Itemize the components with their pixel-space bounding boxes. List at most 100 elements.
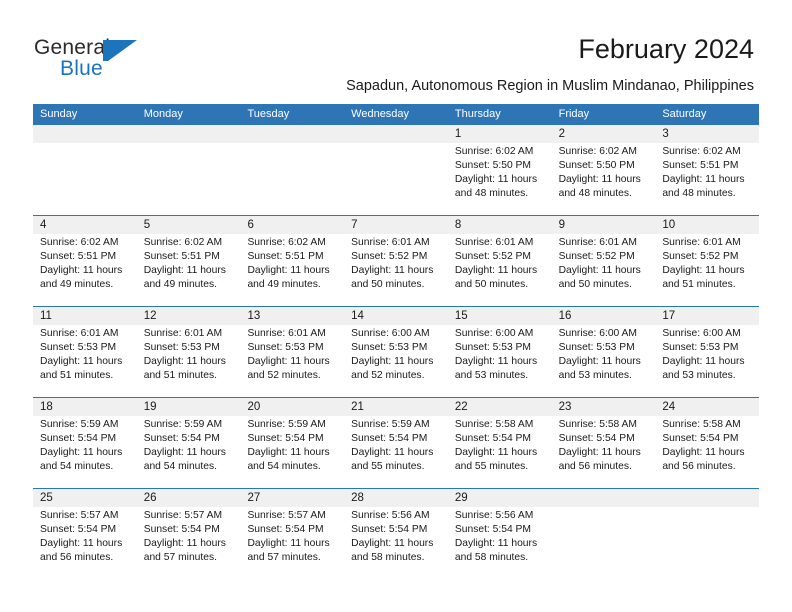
weekday-header-thursday: Thursday (454, 108, 501, 120)
calendar-day-cell[interactable]: 14 Sunrise: 6:00 AM Sunset: 5:53 PM Dayli… (344, 307, 448, 397)
calendar-day-cell[interactable]: 22 Sunrise: 5:58 AM Sunset: 5:54 PM Dayli… (448, 398, 552, 488)
calendar-day-cell[interactable]: 2 Sunrise: 6:02 AM Sunset: 5:50 PM Daylig… (552, 125, 656, 215)
calendar-day-cell[interactable]: 16 Sunrise: 6:00 AM Sunset: 5:53 PM Dayli… (552, 307, 656, 397)
day-number: 4 (40, 219, 47, 231)
calendar-day-cell[interactable]: 7 Sunrise: 6:01 AM Sunset: 5:52 PM Daylig… (344, 216, 448, 306)
calendar-day-cell[interactable]: 8 Sunrise: 6:01 AM Sunset: 5:52 PM Daylig… (448, 216, 552, 306)
calendar-day-cell[interactable]: 10 Sunrise: 6:01 AM Sunset: 5:52 PM Dayli… (655, 216, 759, 306)
day-number: 25 (40, 492, 53, 504)
day-sun-info: Sunrise: 5:58 AM Sunset: 5:54 PM Dayligh… (558, 419, 641, 473)
calendar-day-cell[interactable]: 13 Sunrise: 6:01 AM Sunset: 5:53 PM Dayli… (240, 307, 344, 397)
calendar-weeks: 1 Sunrise: 6:02 AM Sunset: 5:50 PM Daylig… (33, 125, 759, 579)
day-number: 7 (351, 219, 358, 231)
calendar-day-cell[interactable]: 26 Sunrise: 5:57 AM Sunset: 5:54 PM Dayli… (137, 489, 241, 579)
weekday-header-saturday: Saturday (662, 108, 707, 120)
day-sun-info: Sunrise: 5:57 AM Sunset: 5:54 PM Dayligh… (40, 510, 123, 564)
day-sun-info: Sunrise: 5:59 AM Sunset: 5:54 PM Dayligh… (247, 419, 330, 473)
calendar-day-cell[interactable]: 18 Sunrise: 5:59 AM Sunset: 5:54 PM Dayli… (33, 398, 137, 488)
calendar-day-cell[interactable]: 21 Sunrise: 5:59 AM Sunset: 5:54 PM Dayli… (344, 398, 448, 488)
day-number: 23 (558, 401, 572, 413)
calendar-day-empty (240, 125, 344, 215)
day-number: 6 (247, 219, 254, 231)
weekday-header-sunday: Sunday (40, 108, 78, 120)
calendar-grid: Sunday Monday Tuesday Wednesday Thursday… (33, 104, 759, 579)
day-sun-info: Sunrise: 6:02 AM Sunset: 5:50 PM Dayligh… (558, 146, 641, 200)
day-sun-info: Sunrise: 5:57 AM Sunset: 5:54 PM Dayligh… (247, 510, 330, 564)
day-number: 12 (143, 310, 157, 322)
calendar-day-cell[interactable]: 5 Sunrise: 6:02 AM Sunset: 5:51 PM Daylig… (137, 216, 241, 306)
day-sun-info: Sunrise: 6:00 AM Sunset: 5:53 PM Dayligh… (558, 328, 641, 382)
logo-text-blue: Blue (60, 57, 103, 80)
calendar-day-empty (33, 125, 137, 215)
page-header: General Blue February 2024 Sapadun, Auto… (0, 0, 792, 100)
calendar-day-cell[interactable]: 15 Sunrise: 6:00 AM Sunset: 5:53 PM Dayli… (448, 307, 552, 397)
day-number: 27 (247, 492, 261, 504)
calendar-week-row: 4 Sunrise: 6:02 AM Sunset: 5:51 PM Daylig… (33, 216, 759, 307)
calendar-day-cell[interactable]: 9 Sunrise: 6:01 AM Sunset: 5:52 PM Daylig… (552, 216, 656, 306)
day-number: 11 (40, 310, 52, 322)
day-sun-info: Sunrise: 5:58 AM Sunset: 5:54 PM Dayligh… (662, 419, 745, 473)
calendar-day-cell[interactable]: 20 Sunrise: 5:59 AM Sunset: 5:54 PM Dayli… (240, 398, 344, 488)
day-number: 26 (143, 492, 157, 504)
general-blue-logo[interactable]: General Blue (34, 36, 234, 86)
day-number (662, 489, 753, 507)
day-number: 19 (143, 401, 157, 413)
calendar-week-row: 1 Sunrise: 6:02 AM Sunset: 5:50 PM Daylig… (33, 125, 759, 216)
calendar-day-cell[interactable]: 12 Sunrise: 6:01 AM Sunset: 5:53 PM Dayli… (137, 307, 241, 397)
calendar-day-cell[interactable]: 19 Sunrise: 5:59 AM Sunset: 5:54 PM Dayli… (137, 398, 241, 488)
day-sun-info: Sunrise: 5:56 AM Sunset: 5:54 PM Dayligh… (454, 510, 538, 564)
day-number: 15 (454, 310, 468, 322)
day-sun-info: Sunrise: 6:01 AM Sunset: 5:52 PM Dayligh… (662, 237, 745, 291)
logo-flag-triangle (108, 40, 137, 61)
day-sun-info: Sunrise: 6:01 AM Sunset: 5:52 PM Dayligh… (558, 237, 641, 291)
weekday-header-monday: Monday (143, 108, 183, 120)
calendar-day-empty (344, 125, 448, 215)
day-sun-info: Sunrise: 6:02 AM Sunset: 5:51 PM Dayligh… (143, 237, 226, 291)
page-subtitle: Sapadun, Autonomous Region in Muslim Min… (346, 78, 754, 94)
day-sun-info: Sunrise: 6:01 AM Sunset: 5:52 PM Dayligh… (454, 237, 538, 291)
calendar-day-cell[interactable]: 25 Sunrise: 5:57 AM Sunset: 5:54 PM Dayli… (33, 489, 137, 579)
calendar-day-empty (552, 489, 656, 579)
day-sun-info: Sunrise: 5:59 AM Sunset: 5:54 PM Dayligh… (351, 419, 434, 473)
day-sun-info: Sunrise: 6:02 AM Sunset: 5:51 PM Dayligh… (247, 237, 330, 291)
day-sun-info: Sunrise: 5:59 AM Sunset: 5:54 PM Dayligh… (40, 419, 123, 473)
day-number: 22 (454, 401, 468, 413)
day-sun-info: Sunrise: 6:02 AM Sunset: 5:50 PM Dayligh… (454, 146, 538, 200)
calendar-day-cell[interactable]: 23 Sunrise: 5:58 AM Sunset: 5:54 PM Dayli… (552, 398, 656, 488)
calendar-day-cell[interactable]: 28 Sunrise: 5:56 AM Sunset: 5:54 PM Dayli… (344, 489, 448, 579)
calendar-day-cell[interactable]: 17 Sunrise: 6:00 AM Sunset: 5:53 PM Dayli… (655, 307, 759, 397)
calendar-day-cell[interactable]: 4 Sunrise: 6:02 AM Sunset: 5:51 PM Daylig… (33, 216, 137, 306)
day-sun-info: Sunrise: 6:00 AM Sunset: 5:53 PM Dayligh… (454, 328, 538, 382)
day-number: 28 (351, 492, 364, 504)
weekday-header-friday: Friday (558, 108, 590, 120)
day-sun-info: Sunrise: 6:02 AM Sunset: 5:51 PM Dayligh… (40, 237, 123, 291)
calendar-day-cell[interactable]: 29 Sunrise: 5:56 AM Sunset: 5:54 PM Dayli… (448, 489, 552, 579)
day-sun-info: Sunrise: 6:02 AM Sunset: 5:51 PM Dayligh… (662, 146, 745, 200)
calendar-day-cell[interactable]: 1 Sunrise: 6:02 AM Sunset: 5:50 PM Daylig… (448, 125, 552, 215)
day-number (559, 489, 650, 507)
day-sun-info: Sunrise: 6:01 AM Sunset: 5:53 PM Dayligh… (143, 328, 226, 382)
day-sun-info: Sunrise: 5:57 AM Sunset: 5:54 PM Dayligh… (143, 510, 226, 564)
calendar-week-row: 11 Sunrise: 6:01 AM Sunset: 5:53 PM Dayli… (33, 307, 759, 398)
day-number: 13 (247, 310, 261, 322)
calendar-day-cell[interactable]: 27 Sunrise: 5:57 AM Sunset: 5:54 PM Dayli… (240, 489, 344, 579)
weekday-header-row: Sunday Monday Tuesday Wednesday Thursday… (33, 104, 759, 125)
calendar-week-row: 25 Sunrise: 5:57 AM Sunset: 5:54 PM Dayli… (33, 489, 759, 579)
day-number (247, 125, 338, 143)
day-sun-info: Sunrise: 6:01 AM Sunset: 5:53 PM Dayligh… (40, 328, 123, 382)
calendar-week-row: 18 Sunrise: 5:59 AM Sunset: 5:54 PM Dayli… (33, 398, 759, 489)
day-sun-info: Sunrise: 5:59 AM Sunset: 5:54 PM Dayligh… (143, 419, 226, 473)
day-sun-info: Sunrise: 6:00 AM Sunset: 5:53 PM Dayligh… (351, 328, 434, 382)
weekday-header-tuesday: Tuesday (247, 108, 290, 120)
day-number: 24 (662, 401, 676, 413)
day-sun-info: Sunrise: 5:56 AM Sunset: 5:54 PM Dayligh… (351, 510, 434, 564)
calendar-day-empty (655, 489, 759, 579)
calendar-day-cell[interactable]: 6 Sunrise: 6:02 AM Sunset: 5:51 PM Daylig… (240, 216, 344, 306)
day-number (144, 125, 235, 143)
day-sun-info: Sunrise: 6:01 AM Sunset: 5:53 PM Dayligh… (247, 328, 330, 382)
day-sun-info: Sunrise: 5:58 AM Sunset: 5:54 PM Dayligh… (454, 419, 538, 473)
calendar-day-cell[interactable]: 24 Sunrise: 5:58 AM Sunset: 5:54 PM Dayli… (655, 398, 759, 488)
calendar-day-cell[interactable]: 11 Sunrise: 6:01 AM Sunset: 5:53 PM Dayli… (33, 307, 137, 397)
day-number: 18 (40, 401, 53, 413)
calendar-day-cell[interactable]: 3 Sunrise: 6:02 AM Sunset: 5:51 PM Daylig… (655, 125, 759, 215)
